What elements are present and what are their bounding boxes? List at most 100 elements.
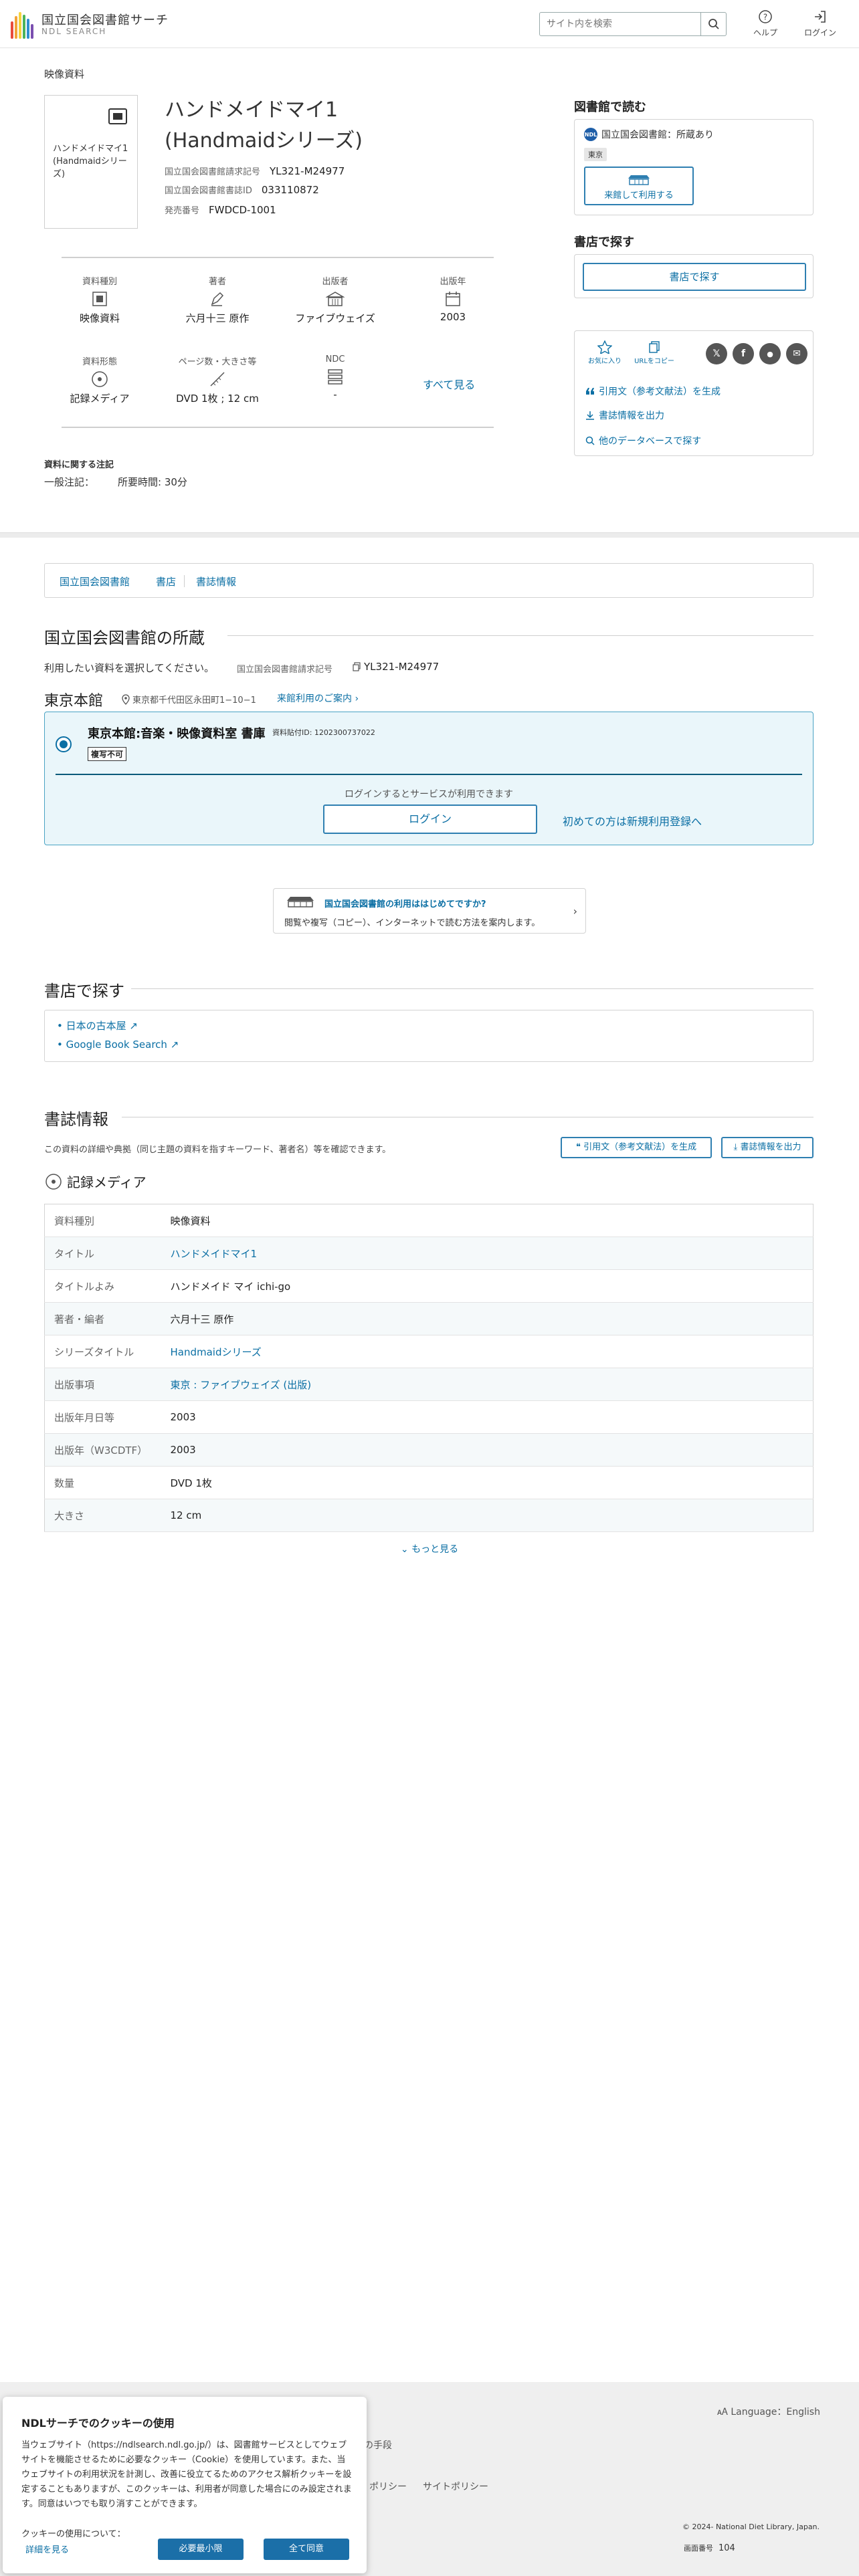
export-button[interactable]: ⤓ 書誌情報を出力 xyxy=(721,1137,814,1158)
tab-ndl[interactable]: 国立国会図書館 xyxy=(60,574,130,588)
record-kind: 映像資料 xyxy=(44,68,85,80)
chevron-right-icon: › xyxy=(573,905,577,918)
mail-share-icon[interactable]: ✉ xyxy=(786,343,807,364)
biblio-heading: 書誌情報 xyxy=(44,1110,108,1129)
holding-location: 東京本館:音楽・映像資料室 書庫 xyxy=(88,727,266,741)
row-label: 著者・編者 xyxy=(44,1302,171,1335)
login-button[interactable]: ログイン xyxy=(323,804,537,834)
chevron-right-icon: › xyxy=(355,693,359,704)
store-link-kosho[interactable]: • 日本の古本屋 ↗ xyxy=(57,1018,138,1033)
site-logo[interactable]: 国立国会図書館サーチ NDL SEARCH xyxy=(9,9,170,39)
disc-icon xyxy=(45,1173,62,1190)
help-label: ヘルプ xyxy=(753,28,777,37)
see-all-link[interactable]: すべて見る xyxy=(423,376,475,392)
visit-library-button[interactable]: 来館して利用する xyxy=(584,167,694,205)
table-row: 出版事項 東京 : ファイブウェイズ (出版) xyxy=(44,1368,814,1401)
attr-extent: ページ数・大きさ等 DVD 1枚 ; 12 cm xyxy=(176,357,259,405)
show-more-link[interactable]: ⌄ もっと見る xyxy=(0,1542,859,1555)
logo-mark xyxy=(9,9,36,39)
external-link-icon: ↗ xyxy=(129,1020,138,1032)
calendar-icon xyxy=(446,292,460,306)
table-row: シリーズタイトル Handmaidシリーズ xyxy=(44,1335,814,1368)
cite-link[interactable]: 引用文（参考文献法）を生成 xyxy=(585,385,721,398)
search-button[interactable] xyxy=(700,13,726,35)
table-row: 資料種別 映像資料 xyxy=(44,1204,814,1237)
biblio-table: 資料種別 映像資料 タイトル ハンドメイドマイ1 タイトルよみ ハンドメイド マイ ich… xyxy=(44,1204,814,1532)
line-share-icon[interactable]: ● xyxy=(759,343,781,364)
screen-number: 画面番号 104 xyxy=(684,2543,735,2553)
first-time-guide-card[interactable]: 国立国会図書館の利用ははじめてですか? 閲覧や複写（コピー）、インターネットで読… xyxy=(273,888,586,934)
holding-radio[interactable] xyxy=(56,736,72,752)
row-label: タイトル xyxy=(44,1237,171,1270)
library-building-icon xyxy=(287,897,314,907)
footer-link-site-policy[interactable]: サイトポリシー xyxy=(423,2480,488,2493)
disc-icon xyxy=(92,371,108,387)
search-icon xyxy=(708,19,719,29)
row-label: 資料種別 xyxy=(44,1204,171,1237)
row-label: 出版年月日等 xyxy=(44,1400,171,1434)
register-link[interactable]: 初めての方は新規利用登録へ xyxy=(563,813,702,829)
meta-release-no: 発売番号 FWDCD-1001 xyxy=(165,204,276,216)
tab-biblio[interactable]: 書誌情報 xyxy=(196,574,236,588)
table-row: 大きさ 12 cm xyxy=(44,1499,814,1532)
row-value: 12 cm xyxy=(170,1499,814,1532)
attr-author: 著者 六月十三 原作 xyxy=(185,277,250,324)
visit-guide-link[interactable]: 来館利用のご案内 › xyxy=(277,691,359,705)
row-label: 出版事項 xyxy=(44,1368,171,1401)
first-time-title: 国立国会図書館の利用ははじめてですか? xyxy=(324,899,486,909)
cookie-minimal-button[interactable]: 必要最小限 xyxy=(158,2539,244,2560)
language-switch[interactable]: 🗚 Language：English xyxy=(717,2405,820,2418)
attr-format: 資料形態 記録メディア xyxy=(70,357,130,405)
cite-button[interactable]: ❝ 引用文（参考文献法）を生成 xyxy=(561,1137,712,1158)
search-icon xyxy=(585,436,595,445)
language-icon: 🗚 xyxy=(717,2407,728,2418)
thumbnail-title: ハンドメイドマイ1 (Handmaidシリーズ) xyxy=(53,144,128,179)
biblio-description: この資料の詳細や典拠（同じ主題の資料を指すキーワード、著者名）等を確認できます。 xyxy=(44,1145,391,1155)
find-in-store-button[interactable]: 書店で探す xyxy=(583,263,806,291)
table-row: 出版年（W3CDTF） 2003 xyxy=(44,1433,814,1467)
holding-item: 東京本館:音楽・映像資料室 書庫 資料貼付ID: 1202300737022 複… xyxy=(44,712,814,845)
store-link-google-books[interactable]: • Google Book Search ↗ xyxy=(57,1039,179,1051)
stores-heading: 書店で探す xyxy=(44,982,124,1000)
read-in-library-heading: 図書館で読む xyxy=(574,100,646,114)
x-share-icon[interactable]: 𝕏 xyxy=(706,343,727,364)
row-label: タイトルよみ xyxy=(44,1269,171,1303)
books-icon xyxy=(328,369,343,385)
favorite-button[interactable]: お気に入り xyxy=(581,340,628,365)
divider xyxy=(62,427,494,428)
record-thumbnail: ハンドメイドマイ1 (Handmaidシリーズ) xyxy=(44,95,138,229)
facebook-share-icon[interactable]: f xyxy=(733,343,754,364)
other-db-link[interactable]: 他のデータベースで探す xyxy=(585,434,701,447)
logo-subtitle: NDL SEARCH xyxy=(41,27,107,36)
login-header-button[interactable]: ログイン xyxy=(799,8,842,41)
row-value: DVD 1枚 xyxy=(170,1466,814,1499)
holdings-description: 利用したい資料を選択してください。 xyxy=(44,662,215,674)
footer-link[interactable]: の手段 xyxy=(364,2438,392,2452)
pen-icon xyxy=(211,292,224,306)
row-value[interactable]: ハンドメイドマイ1 xyxy=(170,1237,814,1270)
login-label: ログイン xyxy=(803,28,836,37)
row-value[interactable]: 東京 : ファイブウェイズ (出版) xyxy=(170,1368,814,1401)
copy-url-button[interactable]: URLをコピー xyxy=(631,340,678,365)
cookie-accept-button[interactable]: 全て同意 xyxy=(264,2539,349,2560)
video-icon xyxy=(108,108,127,124)
footer-link[interactable]: ポリシー xyxy=(369,2480,407,2493)
film-icon xyxy=(92,292,107,306)
help-button[interactable]: ? ヘルプ xyxy=(744,8,787,41)
share-box: お気に入り URLをコピー 𝕏 f ● ✉ 引用文（参考文献法）を生成 書誌情報… xyxy=(574,330,814,456)
row-value[interactable]: Handmaidシリーズ xyxy=(170,1335,814,1368)
holding-status-text: 国立国会図書館：所蔵あり xyxy=(601,130,714,140)
star-icon xyxy=(597,340,612,354)
row-value: 2003 xyxy=(170,1433,814,1467)
search-input[interactable] xyxy=(540,13,702,35)
attr-material-type: 資料種別 映像資料 xyxy=(79,277,120,324)
building-icon xyxy=(326,292,345,306)
note-value: 所要時間: 30分 xyxy=(118,476,187,488)
cookie-details-link[interactable]: 詳細を見る xyxy=(25,2543,69,2555)
export-link[interactable]: 書誌情報を出力 xyxy=(585,409,664,422)
cookie-question: クッキーの使用について： xyxy=(21,2529,126,2539)
note-heading: 資料に関する注記 xyxy=(44,460,114,470)
tab-store[interactable]: 書店 xyxy=(156,574,176,588)
attr-ndc: NDC - xyxy=(325,354,345,401)
callno-value[interactable]: YL321-M24977 xyxy=(352,661,439,673)
